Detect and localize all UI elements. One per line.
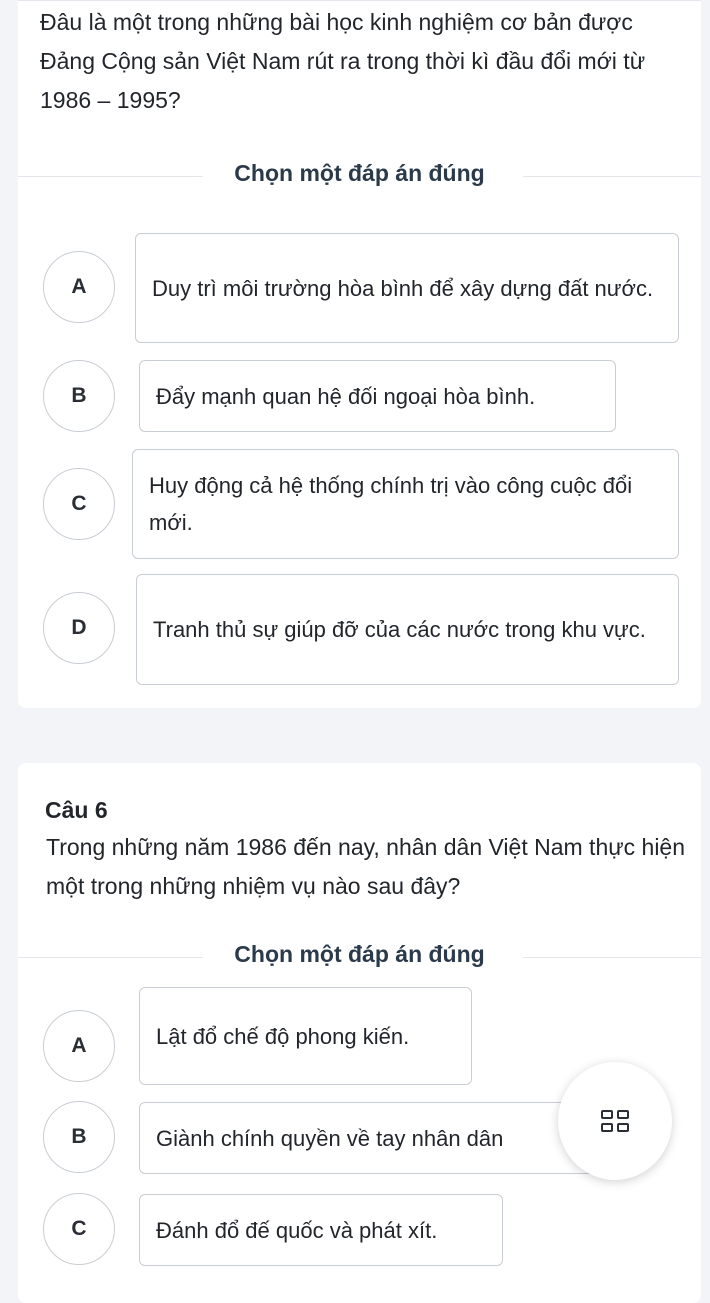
- choose-answer-label: Chọn một đáp án đúng: [234, 160, 485, 186]
- option-a-letter[interactable]: A: [43, 251, 115, 323]
- grid-icon: [601, 1110, 629, 1132]
- option-d[interactable]: Tranh thủ sự giúp đỡ của các nước trong …: [136, 574, 679, 685]
- option-c[interactable]: Đánh đổ đế quốc và phát xít.: [139, 1194, 503, 1266]
- choose-answer-label: Chọn một đáp án đúng: [234, 941, 485, 967]
- choose-answer-divider: Chọn một đáp án đúng: [18, 160, 701, 186]
- choose-answer-divider: Chọn một đáp án đúng: [18, 941, 701, 967]
- option-b-letter[interactable]: B: [43, 360, 115, 432]
- option-b[interactable]: Đẩy mạnh quan hệ đối ngoại hòa bình.: [139, 360, 616, 432]
- option-d-letter[interactable]: D: [43, 592, 115, 664]
- option-b-letter[interactable]: B: [43, 1101, 115, 1173]
- question-grid-button[interactable]: [558, 1062, 672, 1180]
- question-number: Câu 6: [45, 797, 108, 823]
- option-a[interactable]: Lật đổ chế độ phong kiến.: [139, 987, 472, 1085]
- option-c-letter[interactable]: C: [43, 468, 115, 540]
- question-text: Đâu là một trong những bài học kinh nghi…: [40, 9, 646, 113]
- option-c[interactable]: Huy động cả hệ thống chính trị vào công …: [132, 449, 679, 559]
- option-a-letter[interactable]: A: [43, 1010, 115, 1082]
- option-b[interactable]: Giành chính quyền về tay nhân dân: [139, 1102, 599, 1174]
- question-card: Đâu là một trong những bài học kinh nghi…: [18, 0, 701, 708]
- question-card: Câu 6 Trong những năm 1986 đến nay, nhân…: [18, 763, 701, 1303]
- question-text: Trong những năm 1986 đến nay, nhân dân V…: [46, 834, 686, 899]
- option-a[interactable]: Duy trì môi trường hòa bình để xây dựng …: [135, 233, 679, 343]
- option-c-letter[interactable]: C: [43, 1193, 115, 1265]
